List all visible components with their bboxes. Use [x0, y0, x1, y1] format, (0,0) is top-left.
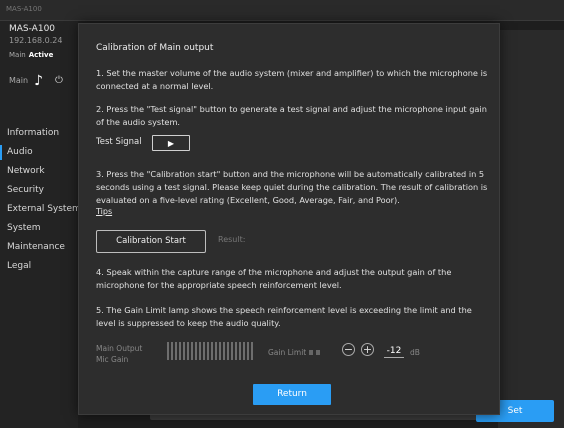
play-icon: ▶ — [167, 138, 175, 148]
minus-circle-icon[interactable]: − — [342, 343, 355, 356]
device-main-row: Main ♪ ⏻ — [9, 72, 63, 89]
step-3-text: 3. Press the "Calibration start" button … — [96, 169, 488, 205]
sidebar-item-system[interactable]: System — [0, 219, 78, 238]
level-meter — [167, 342, 254, 360]
test-signal-button[interactable]: ▶ — [152, 135, 190, 151]
music-note-icon: ♪ — [34, 72, 44, 89]
power-icon[interactable]: ⏻ — [55, 75, 63, 86]
sidebar-item-security[interactable]: Security — [0, 181, 78, 200]
tips-link[interactable]: Tips — [96, 207, 112, 216]
sidebar-item-information[interactable]: Information — [0, 124, 78, 143]
sidebar-item-maintenance[interactable]: Maintenance — [0, 238, 78, 257]
gain-unit: dB — [410, 348, 420, 357]
sidebar-item-external-system[interactable]: External System — [0, 200, 78, 219]
gain-limit-label: Gain Limit — [268, 348, 307, 357]
mic-gain-label: Mic Gain — [96, 355, 129, 364]
gain-limit-lamp — [316, 350, 321, 355]
plus-circle-icon[interactable]: + — [361, 343, 374, 356]
return-button[interactable]: Return — [253, 384, 331, 405]
device-model-header: MAS-A100 — [6, 5, 42, 13]
gain-limit-lamp — [309, 350, 314, 355]
main-label: Main — [9, 76, 29, 85]
sidebar-item-audio[interactable]: Audio — [0, 143, 78, 162]
device-ip: 192.168.0.24 — [9, 36, 63, 45]
status-label: Main — [9, 51, 26, 59]
gain-limit-indicator: Gain Limit — [268, 348, 321, 357]
dialog-title: Calibration of Main output — [96, 43, 214, 53]
step-5-text: 5. The Gain Limit lamp shows the speech … — [96, 305, 472, 328]
calibration-start-button[interactable]: Calibration Start — [96, 230, 206, 253]
top-bar: MAS-A100 — [0, 0, 564, 21]
step-1-text: 1. Set the master volume of the audio sy… — [96, 68, 488, 91]
step-2-text: 2. Press the "Test signal" button to gen… — [96, 104, 487, 127]
sidebar-item-network[interactable]: Network — [0, 162, 78, 181]
main-output-label: Main Output — [96, 344, 143, 353]
result-label: Result: — [218, 235, 246, 244]
mic-gain-value[interactable]: -12 — [384, 346, 404, 358]
status-badge: Active — [28, 51, 54, 59]
test-signal-label: Test Signal — [96, 137, 142, 147]
device-status: Main Active — [9, 51, 53, 59]
step-4-text: 4. Speak within the capture range of the… — [96, 267, 452, 290]
main-output-mic-gain-label: Main Output Mic Gain — [96, 343, 142, 365]
calibration-dialog: Calibration of Main output 1. Set the ma… — [78, 23, 500, 415]
sidebar-nav: Information Audio Network Security Exter… — [0, 124, 78, 276]
sidebar-item-legal[interactable]: Legal — [0, 257, 78, 276]
device-name: MAS-A100 — [9, 24, 56, 34]
background-panel — [498, 30, 564, 428]
